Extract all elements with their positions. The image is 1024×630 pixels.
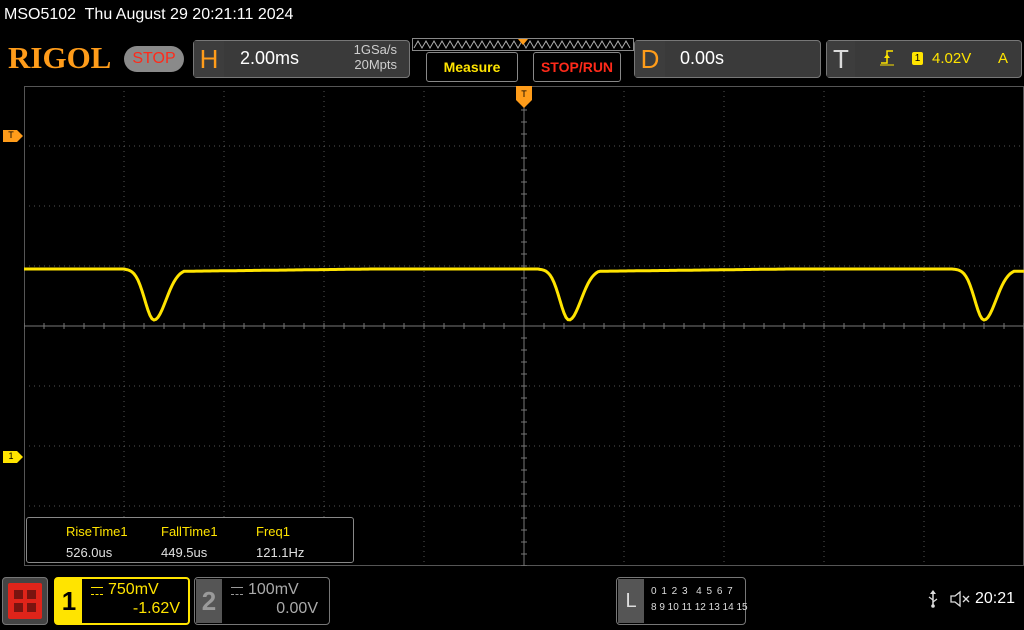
delay-label: D [635,41,665,77]
system-clock: 20:21 [975,590,1016,607]
horizontal-label: H [194,41,224,77]
trigger-mode: A [998,50,1009,67]
model-name: MSO5102 [4,6,77,23]
measurement-label: FallTime1 [161,524,218,539]
measurement-value: 526.0us [66,545,113,560]
brand-logo: RIGOL [8,40,112,75]
graticule [24,86,1024,566]
trigger-level-marker[interactable]: T [3,129,23,147]
dc-coupling-icon [231,587,243,595]
sample-rate: 1GSa/s [353,42,397,57]
trigger-panel[interactable] [826,40,1022,78]
trigger-source-badge: 1 [912,52,923,65]
run-state-badge[interactable]: STOP [124,46,184,72]
measure-button[interactable]: Measure [426,52,518,82]
menu-grid-icon [8,583,42,619]
timebase-value: 2.00ms [240,48,300,68]
stop-run-button[interactable]: STOP/RUN [533,52,621,82]
trigger-label: T [827,41,855,77]
title-bar: MSO5102 Thu August 29 20:21:11 2024 [4,6,293,24]
channel2-number: 2 [196,579,222,623]
logic-channels-high: 8 9 10 11 12 13 14 15 [651,602,748,613]
memory-depth: 20Mpts [354,57,397,72]
channel1-scale: 750mV [108,581,159,598]
delay-value: 0.00s [680,48,725,68]
trigger-position-marker[interactable]: T [516,86,532,113]
channel2-scale: 100mV [248,581,299,598]
rising-edge-icon [880,50,894,66]
channel2-offset: 0.00V [276,600,318,617]
measurement-panel[interactable]: RiseTime1 526.0us FallTime1 449.5us Freq… [26,517,354,563]
measurement-label: Freq1 [256,524,290,539]
trigger-level: 4.02V [932,50,972,67]
measurement-label: RiseTime1 [66,524,128,539]
waveform-display[interactable] [24,86,1024,566]
measurement-value: 121.1Hz [256,545,305,560]
speaker-muted-icon[interactable] [950,590,972,608]
logic-channels-low: 0 1 2 3 4 5 6 7 [651,586,734,597]
dc-coupling-icon [91,587,103,595]
channel1-offset: -1.62V [132,600,180,617]
main-menu-button[interactable] [2,577,48,625]
measurement-value: 449.5us [161,545,208,560]
logic-label: L [618,579,644,623]
memory-position-strip [412,38,634,51]
datetime: Thu August 29 20:21:11 2024 [84,6,294,23]
channel1-ground-marker[interactable]: 1 [3,450,23,468]
channel1-number: 1 [56,579,82,623]
usb-icon [928,590,938,608]
acquisition-info: 1GSa/s 20Mpts [345,42,397,72]
